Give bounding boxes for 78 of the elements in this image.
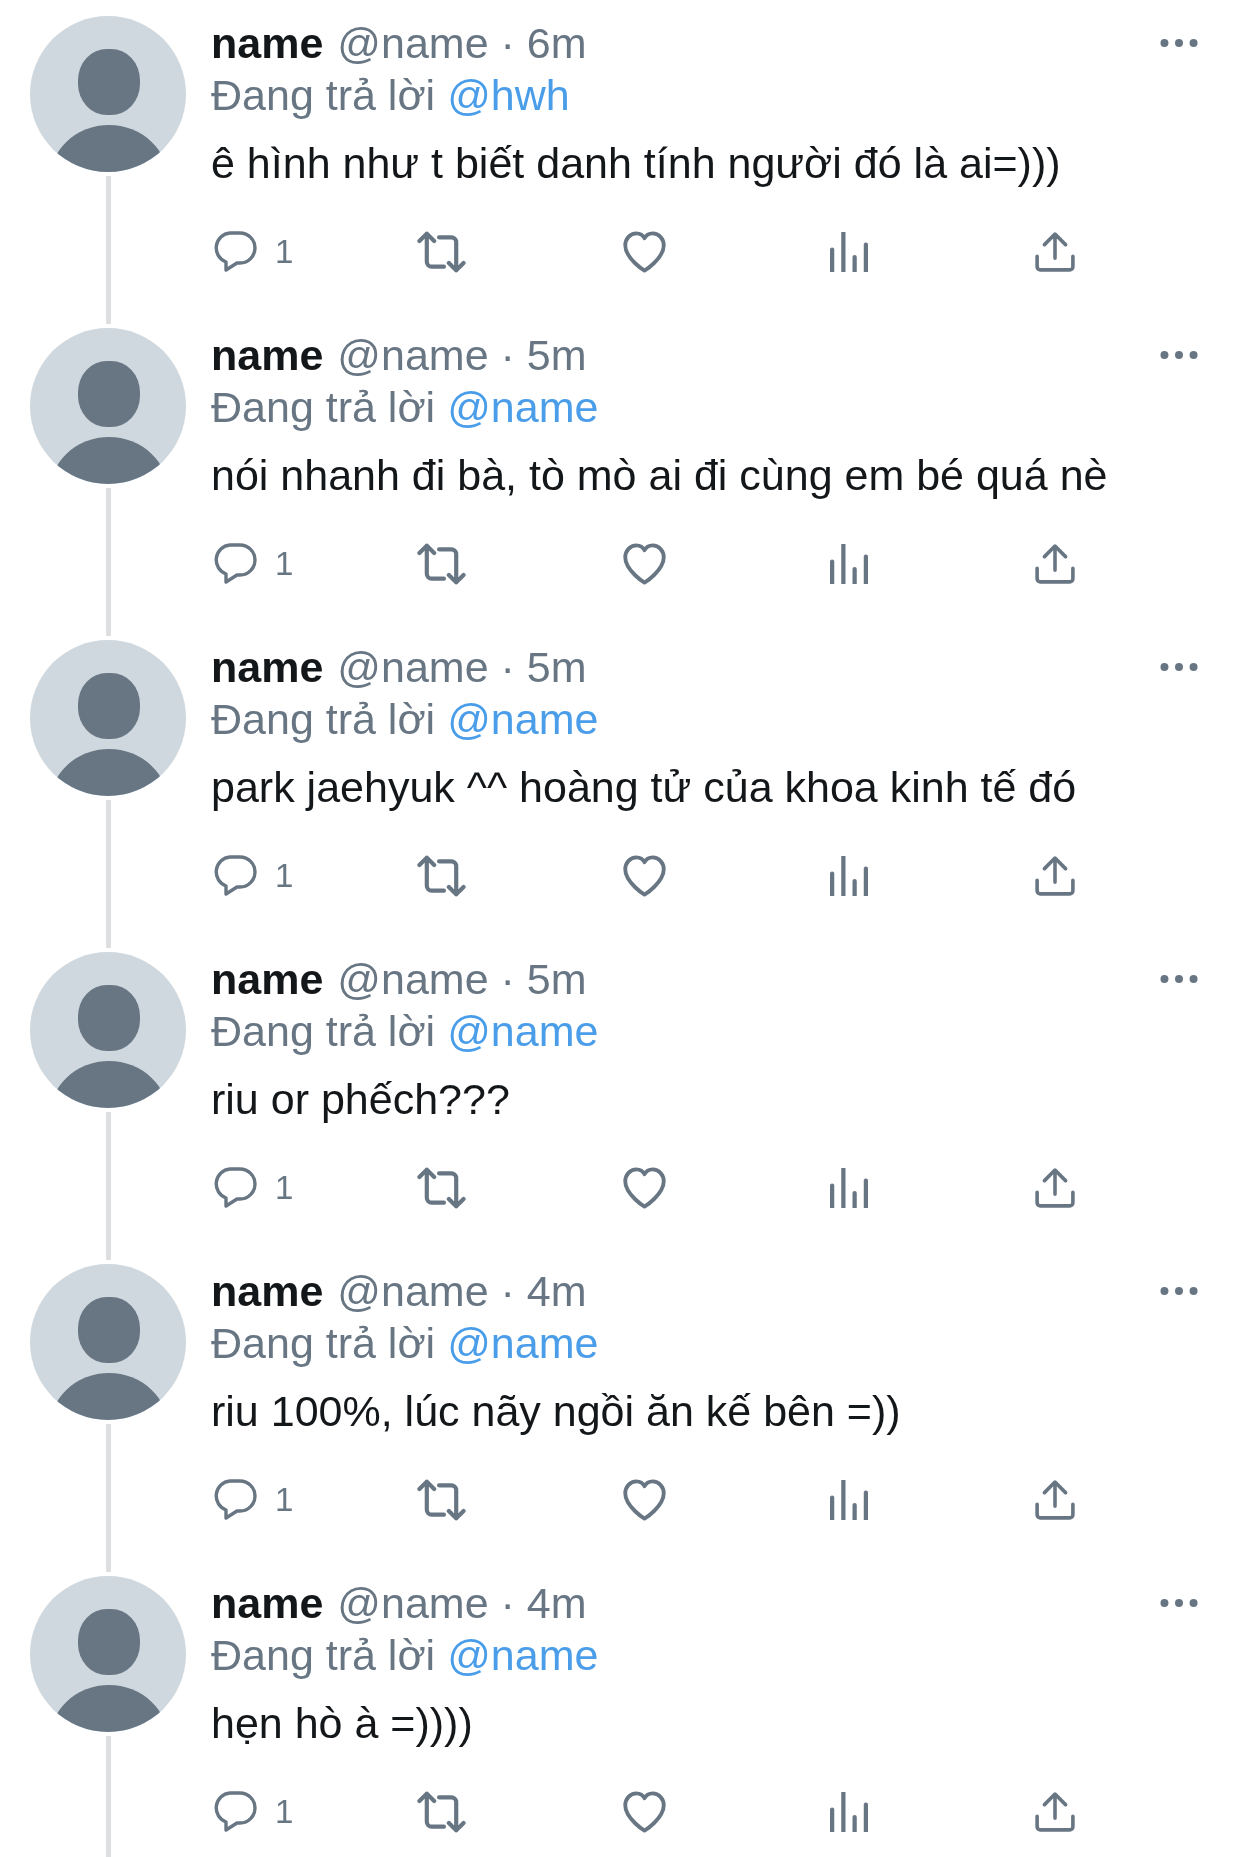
heart-icon[interactable] [623, 855, 666, 897]
mention-link[interactable]: @hwh [447, 69, 570, 121]
share-icon[interactable] [1035, 232, 1075, 272]
bar-chart-icon[interactable] [829, 232, 869, 272]
reply-count: 1 [275, 856, 294, 896]
tweet-text: nói nhanh đi bà, tò mò ai đi cùng em bé quá nè [211, 450, 1109, 501]
heart-icon[interactable] [623, 231, 666, 273]
heart-icon[interactable] [623, 1167, 666, 1209]
more-options-icon[interactable] [1160, 975, 1198, 983]
heart-icon[interactable] [623, 1479, 666, 1521]
avatar-placeholder[interactable] [30, 328, 186, 484]
more-options-icon[interactable] [1160, 663, 1198, 671]
avatar-placeholder[interactable] [30, 16, 186, 172]
repeat-arrows-icon[interactable] [417, 543, 466, 585]
display-name: name [211, 642, 324, 693]
mention-link[interactable]: @name [447, 1317, 599, 1369]
more-options-icon[interactable] [1160, 1599, 1198, 1607]
reply-count: 1 [275, 232, 294, 272]
handle-and-time: @name · 4m [337, 1266, 587, 1317]
repeat-arrows-icon[interactable] [417, 1479, 466, 1521]
reply-context-label: Đang trả lời [211, 382, 436, 433]
mention-link[interactable]: @name [447, 1005, 599, 1057]
repeat-arrows-icon[interactable] [417, 231, 466, 273]
display-name: name [211, 18, 324, 69]
reply-count: 1 [275, 1480, 294, 1520]
more-options-icon[interactable] [1160, 351, 1198, 359]
handle-and-time: @name · 5m [337, 330, 587, 381]
reply-context-label: Đang trả lời [211, 694, 436, 745]
heart-icon[interactable] [623, 1791, 666, 1833]
bar-chart-icon[interactable] [829, 856, 869, 896]
speech-bubble-icon[interactable] [213, 855, 257, 897]
speech-bubble-icon[interactable] [213, 1791, 257, 1833]
mention-link[interactable]: @name [447, 1629, 599, 1681]
handle-and-time: @name · 6m [337, 18, 587, 69]
reply-count: 1 [275, 1792, 294, 1832]
bar-chart-icon[interactable] [829, 1480, 869, 1520]
reply-context-label: Đang trả lời [211, 1630, 436, 1681]
tweet-text: riu 100%, lúc nãy ngồi ăn kế bên =)) [211, 1386, 902, 1437]
display-name: name [211, 954, 324, 1005]
speech-bubble-icon[interactable] [213, 1167, 257, 1209]
bar-chart-icon[interactable] [829, 1168, 869, 1208]
mention-link[interactable]: @name [447, 381, 599, 433]
handle-and-time: @name · 4m [337, 1578, 587, 1629]
avatar-placeholder[interactable] [30, 1576, 186, 1732]
tweet-text: ê hình như t biết danh tính người đó là ai=))) [211, 138, 1062, 189]
display-name: name [211, 1266, 324, 1317]
handle-and-time: @name · 5m [337, 954, 587, 1005]
avatar-placeholder[interactable] [30, 1264, 186, 1420]
speech-bubble-icon[interactable] [213, 1479, 257, 1521]
reply-count: 1 [275, 544, 294, 584]
display-name: name [211, 330, 324, 381]
mention-link[interactable]: @name [447, 693, 599, 745]
reply-count: 1 [275, 1168, 294, 1208]
more-options-icon[interactable] [1160, 1287, 1198, 1295]
share-icon[interactable] [1035, 856, 1075, 896]
speech-bubble-icon[interactable] [213, 543, 257, 585]
share-icon[interactable] [1035, 1792, 1075, 1832]
repeat-arrows-icon[interactable] [417, 855, 466, 897]
tweet-text: riu or phếch??? [211, 1074, 511, 1125]
heart-icon[interactable] [623, 543, 666, 585]
share-icon[interactable] [1035, 1168, 1075, 1208]
handle-and-time: @name · 5m [337, 642, 587, 693]
avatar-placeholder[interactable] [30, 952, 186, 1108]
bar-chart-icon[interactable] [829, 544, 869, 584]
reply-context-label: Đang trả lời [211, 1318, 436, 1369]
share-icon[interactable] [1035, 544, 1075, 584]
share-icon[interactable] [1035, 1480, 1075, 1520]
bar-chart-icon[interactable] [829, 1792, 869, 1832]
display-name: name [211, 1578, 324, 1629]
tweet-text: hẹn hò à =)))) [211, 1698, 474, 1749]
avatar-placeholder[interactable] [30, 640, 186, 796]
repeat-arrows-icon[interactable] [417, 1791, 466, 1833]
reply-context-label: Đang trả lời [211, 70, 436, 121]
more-options-icon[interactable] [1160, 39, 1198, 47]
speech-bubble-icon[interactable] [213, 231, 257, 273]
reply-context-label: Đang trả lời [211, 1006, 436, 1057]
repeat-arrows-icon[interactable] [417, 1167, 466, 1209]
tweet-text: park jaehyuk ^^ hoàng tử của khoa kinh tế đó [211, 762, 1078, 813]
